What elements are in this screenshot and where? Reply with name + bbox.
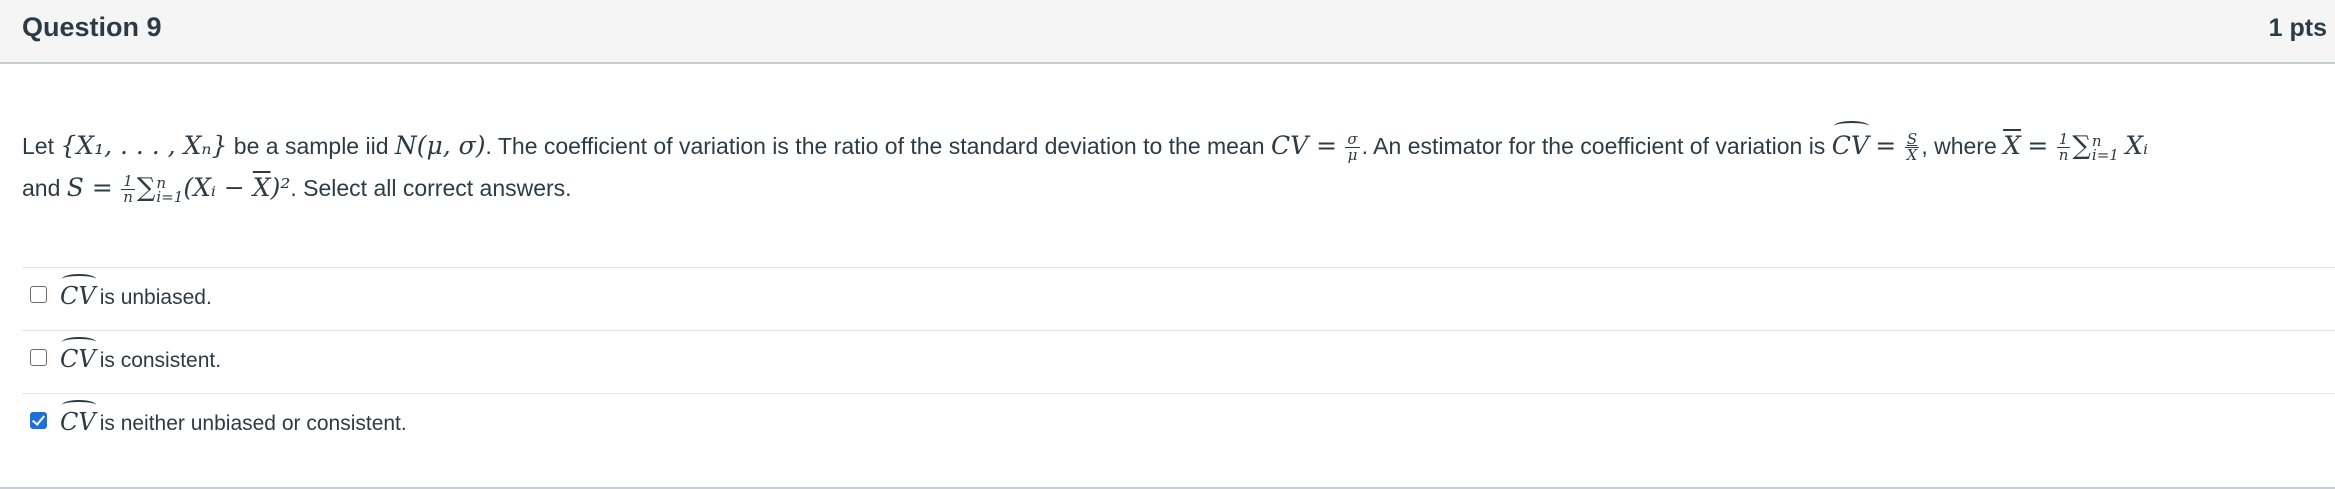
math-sum-limits: n i=1 (156, 175, 184, 206)
math-equals: = (1875, 131, 1897, 160)
math-fraction-sigma-mu: σμ (1345, 132, 1360, 165)
math-sample-set: {X₁, . . . , Xₙ} (60, 131, 228, 160)
answer-label[interactable]: CV is neither unbiased or consistent. (60, 400, 407, 442)
sum-lower-limit: i=1 (156, 187, 184, 206)
prompt-text: . An estimator for the coefficient of va… (1361, 133, 1832, 159)
math-normal-dist: N(μ, σ) (394, 131, 486, 160)
math-sum-symbol: ∑ (2072, 131, 2091, 161)
prompt-text: Let (22, 133, 61, 159)
answer-checkbox[interactable] (30, 412, 47, 429)
math-fraction-one-n: 1n (2056, 132, 2071, 165)
quiz-question: Question 9 1 pts Let {X₁, . . . , Xₙ} be… (0, 0, 2335, 489)
answer-label[interactable]: CV is consistent. (60, 337, 222, 379)
answer-checkbox[interactable] (30, 286, 47, 303)
math-sum-limits: n i=1 (2091, 133, 2119, 164)
math-term: (Xᵢ − (183, 173, 253, 202)
prompt-text: , where (1921, 133, 2004, 159)
math-cv-hat: CV (60, 337, 96, 377)
math-fraction-one-n: 1n (121, 174, 135, 205)
question-header: Question 9 1 pts (0, 0, 2335, 64)
question-title: Question 9 (22, 12, 162, 42)
prompt-text: be a sample iid (227, 133, 395, 159)
math-xi: Xᵢ (2125, 131, 2149, 160)
math-sum-symbol: ∑ (136, 173, 156, 203)
prompt-text: . The coefficient of variation is the ra… (485, 133, 1271, 159)
math-cv: CV = (1270, 131, 1338, 160)
answer-label[interactable]: CV is unbiased. (60, 274, 212, 316)
math-s-def: S = (66, 173, 113, 202)
fraction-denominator: n (2058, 146, 2069, 165)
sum-lower-limit: i=1 (2091, 145, 2119, 164)
fraction-denominator: n (123, 188, 133, 207)
math-equals: = (2027, 131, 2049, 160)
math-cv-hat: CV (1832, 121, 1870, 167)
answer-text: is consistent. (99, 349, 222, 372)
answer-text: is unbiased. (99, 286, 212, 309)
question-prompt: Let {X₁, . . . , Xₙ} be a sample iid N(μ… (22, 121, 2322, 209)
answer-checkbox[interactable] (30, 349, 47, 366)
math-xbar: X (2003, 131, 2021, 160)
fraction-denominator: μ (1347, 146, 1358, 165)
answer-option-3[interactable]: CV is neither unbiased or consistent. (22, 394, 2322, 456)
question-points: 1 pts (2268, 14, 2327, 42)
answer-text: is neither unbiased or consistent. (99, 412, 407, 435)
math-cv-hat: CV (60, 274, 96, 314)
fraction-denominator: X (1906, 146, 1918, 165)
prompt-text: . Select all correct answers. (290, 175, 572, 201)
answer-option-2[interactable]: CV is consistent. (22, 331, 2322, 393)
answer-option-1[interactable]: CV is unbiased. (22, 268, 2322, 330)
math-fraction-s-xbar: SX (1904, 132, 1920, 165)
math-cv-hat: CV (60, 400, 96, 440)
math-term: )² (270, 173, 291, 202)
prompt-text: and (22, 175, 67, 201)
math-xbar: X (252, 173, 271, 202)
